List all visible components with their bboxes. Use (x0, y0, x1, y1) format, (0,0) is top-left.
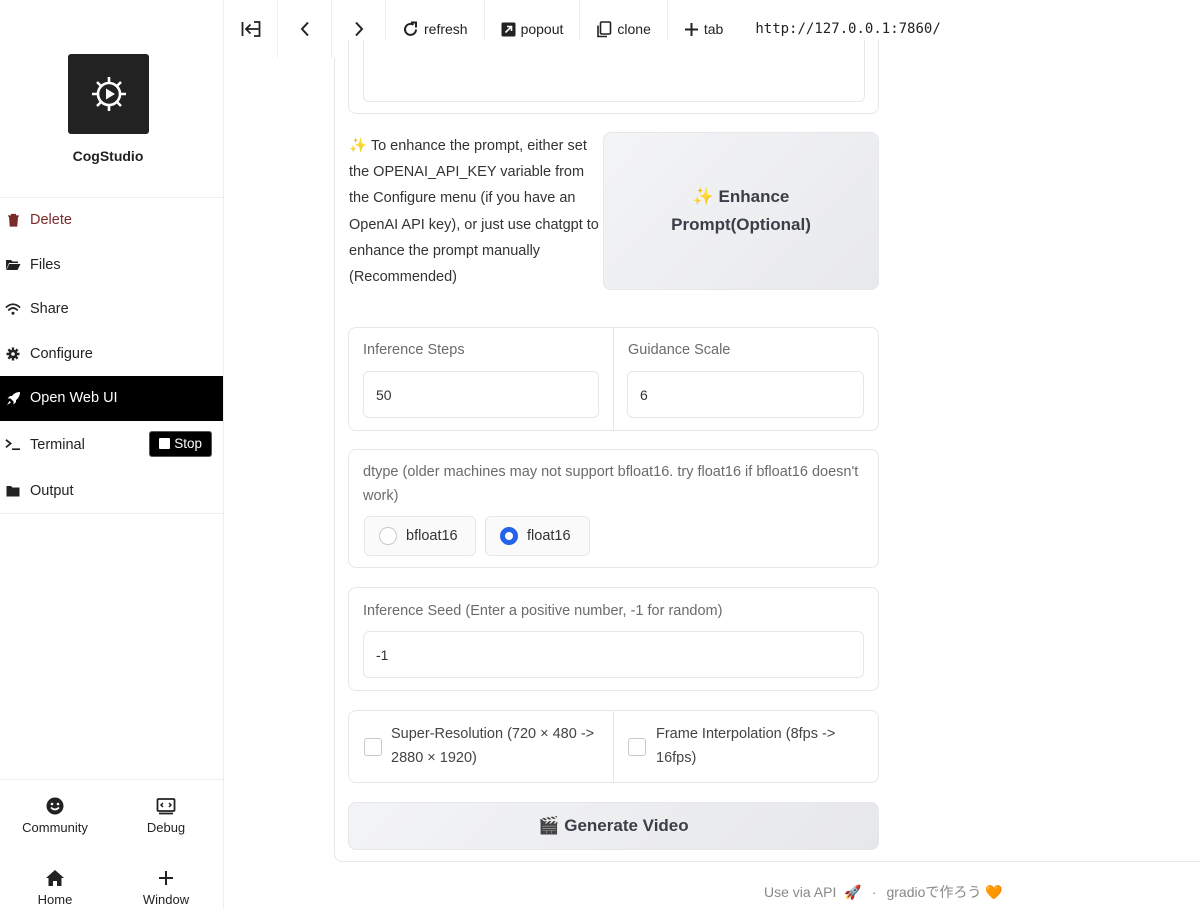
home-icon (46, 870, 64, 886)
stop-icon (159, 438, 171, 449)
clone-icon (596, 20, 612, 38)
sidebar-item-label: Output (30, 482, 74, 499)
trash-icon (5, 212, 21, 228)
sidebar-item-files[interactable]: Files (0, 243, 223, 288)
chevron-right-icon (354, 21, 363, 37)
refresh-icon (402, 21, 419, 38)
super-resolution-label: Super-Resolution (720 × 480 -> 2880 × 19… (391, 726, 595, 766)
inference-steps-input[interactable]: 50 (363, 371, 599, 418)
collapse-sidebar-button[interactable] (224, 0, 278, 58)
arrow-left-bar-icon (241, 21, 260, 37)
debug-button[interactable]: Debug (111, 796, 221, 835)
enhance-hint: ✨ To enhance the prompt, either set the … (349, 138, 599, 286)
stop-button[interactable]: Stop (149, 430, 212, 457)
use-via-api-link[interactable]: Use via API (764, 884, 836, 900)
sidebar-item-output[interactable]: Output (0, 469, 223, 514)
inference-steps-label: Inference Steps (363, 342, 465, 358)
folder-open-icon (5, 257, 21, 273)
rocket-icon: 🚀 (844, 883, 862, 900)
folder-icon (5, 483, 21, 499)
guidance-scale-label: Guidance Scale (628, 342, 731, 358)
seed-label: Inference Seed (Enter a positive number,… (363, 603, 723, 619)
sidebar-item-label: Delete (30, 212, 72, 229)
footer: Use via API 🚀 · gradioで作ろう 🧡 (764, 882, 1003, 902)
enhance-prompt-button[interactable]: ✨ Enhance Prompt(Optional) (603, 132, 879, 290)
home-button[interactable]: Home (0, 868, 110, 907)
sidebar-item-share[interactable]: Share (0, 287, 223, 332)
chevron-left-icon (300, 21, 309, 37)
sidebar-item-configure[interactable]: Configure (0, 332, 223, 377)
gradio-logo-icon: 🧡 (985, 883, 1003, 900)
app-logo (68, 54, 149, 134)
sidebar-item-label: Files (30, 256, 61, 273)
debug-icon (156, 798, 176, 815)
super-resolution-checkbox[interactable] (364, 738, 382, 756)
app-name: CogStudio (72, 148, 144, 164)
wifi-icon (5, 301, 21, 317)
sidebar-item-label: Share (30, 301, 69, 318)
divider (613, 328, 614, 430)
dtype-option-bfloat16[interactable]: bfloat16 (364, 516, 476, 556)
prompt-block (348, 40, 879, 114)
dtype-option-float16[interactable]: float16 (485, 516, 590, 556)
url-display[interactable]: http://127.0.0.1:7860/ (739, 21, 940, 37)
sidebar-item-delete[interactable]: Delete (0, 198, 223, 243)
generate-video-button[interactable]: 🎬 Generate Video (348, 802, 879, 850)
terminal-icon (5, 437, 21, 453)
dtype-label: dtype (older machines may not support bf… (363, 464, 859, 504)
sidebar-item-label: Open Web UI (30, 390, 118, 407)
sidebar-item-label: Configure (30, 345, 93, 362)
sidebar-menu: Delete Files Share Configure Open Web UI (0, 197, 223, 514)
rocket-icon (5, 390, 21, 406)
sidebar-item-terminal[interactable]: Terminal Stop (0, 421, 223, 469)
guidance-scale-input[interactable]: 6 (627, 371, 864, 418)
radio-button-checked[interactable] (500, 527, 518, 545)
sidebar-item-open-web-ui[interactable]: Open Web UI (0, 376, 223, 421)
popout-icon (501, 22, 516, 37)
plus-icon (684, 22, 699, 37)
bottom-nav: Community Debug Home Window (0, 779, 223, 909)
radio-button[interactable] (379, 527, 397, 545)
sidebar-item-label: Terminal (30, 436, 85, 453)
prompt-input[interactable] (363, 40, 865, 102)
smile-icon (46, 797, 64, 815)
seed-input[interactable]: -1 (363, 631, 864, 678)
plus-icon (159, 871, 173, 885)
community-button[interactable]: Community (0, 796, 110, 835)
frame-interpolation-label: Frame Interpolation (8fps -> 16fps) (656, 726, 836, 766)
frame-interpolation-checkbox[interactable] (628, 738, 646, 756)
window-button[interactable]: Window (111, 868, 221, 907)
gear-play-icon (91, 77, 126, 111)
gradio-link[interactable]: gradioで作ろう (886, 882, 981, 902)
divider (613, 711, 614, 782)
sidebar: CogStudio Delete Files Share Configure O… (0, 0, 224, 909)
back-button[interactable] (278, 0, 332, 58)
footer-separator: · (871, 884, 877, 900)
gear-icon (5, 346, 21, 362)
